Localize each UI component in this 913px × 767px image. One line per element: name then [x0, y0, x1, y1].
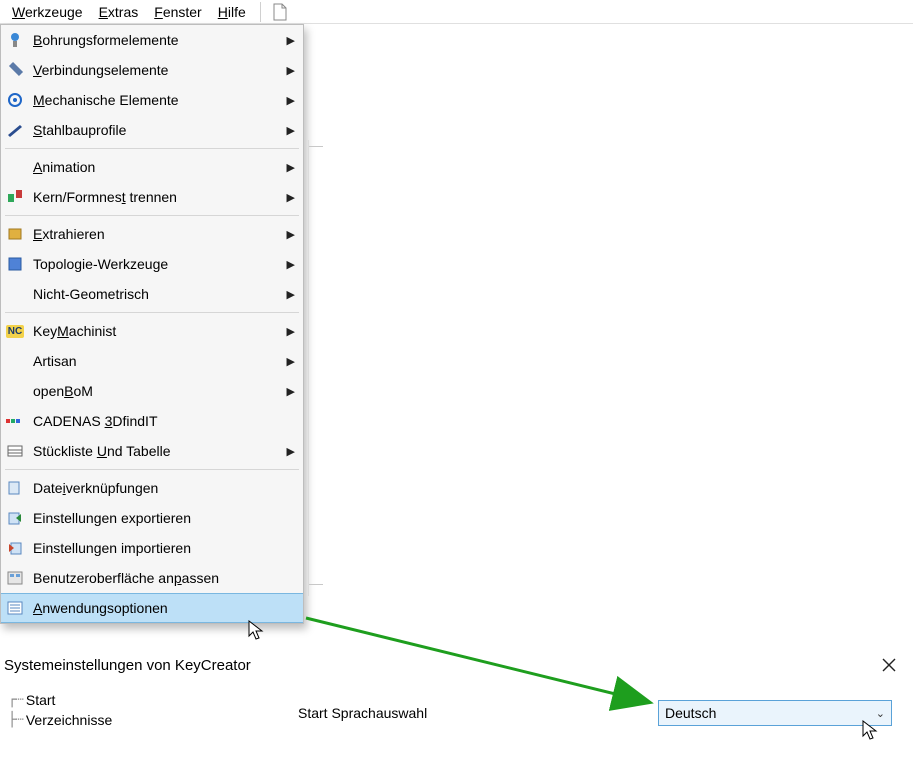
menu-item-bohrungsformelemente[interactable]: Bohrungsformelemente ▶ [1, 25, 303, 55]
menu-item-label: Extrahieren [33, 226, 281, 242]
import-icon [5, 538, 25, 558]
link-icon [5, 478, 25, 498]
tree-item-label: Start [26, 692, 56, 708]
submenu-arrow-icon: ▶ [287, 161, 295, 174]
menu-item-label: Artisan [33, 353, 281, 369]
menu-item-label: openBoM [33, 383, 281, 399]
menubar-item-werkzeuge[interactable]: Werkzeuge [4, 2, 91, 22]
menu-item-label: Stückliste Und Tabelle [33, 443, 281, 459]
submenu-arrow-icon: ▶ [287, 191, 295, 204]
menu-item-label: KeyMachinist [33, 323, 281, 339]
combo-selected-value: Deutsch [665, 705, 876, 721]
menu-item-label: Verbindungselemente [33, 62, 281, 78]
submenu-arrow-icon: ▶ [287, 228, 295, 241]
menu-separator [5, 148, 299, 149]
menu-item-artisan[interactable]: Artisan ▶ [1, 346, 303, 376]
menu-item-topologie[interactable]: Topologie-Werkzeuge ▶ [1, 249, 303, 279]
blank-icon [5, 351, 25, 371]
submenu-arrow-icon: ▶ [287, 325, 295, 338]
submenu-arrow-icon: ▶ [287, 288, 295, 301]
menu-item-benutzeroberflaeche-anpassen[interactable]: Benutzeroberfläche anpassen [1, 563, 303, 593]
tree-item-start[interactable]: ┌┈Start [8, 690, 286, 710]
gear-icon [5, 90, 25, 110]
submenu-arrow-icon: ▶ [287, 355, 295, 368]
submenu-arrow-icon: ▶ [287, 385, 295, 398]
bom-icon [5, 441, 25, 461]
tree-item-label: Verzeichnisse [26, 712, 112, 728]
menu-item-animation[interactable]: Animation ▶ [1, 152, 303, 182]
menu-separator [5, 215, 299, 216]
nc-icon: NC [5, 321, 25, 341]
menu-item-anwendungsoptionen[interactable]: Anwendungsoptionen [1, 593, 303, 623]
background-panel-edge [308, 140, 322, 596]
menu-item-mechanische-elemente[interactable]: Mechanische Elemente ▶ [1, 85, 303, 115]
menubar-item-extras[interactable]: Extras [91, 2, 147, 22]
menu-item-label: Einstellungen exportieren [33, 510, 295, 526]
system-settings-dialog: Systemeinstellungen von KeyCreator ┌┈Sta… [2, 650, 908, 734]
menu-item-verbindungselemente[interactable]: Verbindungselemente ▶ [1, 55, 303, 85]
submenu-arrow-icon: ▶ [287, 124, 295, 137]
menu-item-stueckliste[interactable]: Stückliste Und Tabelle ▶ [1, 436, 303, 466]
menu-item-openbom[interactable]: openBoM ▶ [1, 376, 303, 406]
cadenas-icon [5, 411, 25, 431]
drill-icon [5, 30, 25, 50]
menubar-item-fenster[interactable]: Fenster [146, 2, 209, 22]
menu-item-kern-formnest[interactable]: Kern/Formnest trennen ▶ [1, 182, 303, 212]
submenu-arrow-icon: ▶ [287, 34, 295, 47]
menu-item-label: Animation [33, 159, 281, 175]
blank-icon [5, 381, 25, 401]
menu-separator [5, 469, 299, 470]
menu-item-label: Benutzeroberfläche anpassen [33, 570, 295, 586]
menu-item-label: Topologie-Werkzeuge [33, 256, 281, 272]
topo-icon [5, 254, 25, 274]
new-document-icon[interactable] [271, 3, 289, 21]
menubar: Werkzeuge Extras Fenster Hilfe [0, 0, 913, 24]
ui-icon [5, 568, 25, 588]
dialog-close-button[interactable] [878, 654, 900, 676]
menu-item-keymachinist[interactable]: NC KeyMachinist ▶ [1, 316, 303, 346]
menu-item-label: Einstellungen importieren [33, 540, 295, 556]
close-icon [882, 658, 896, 672]
menu-item-label: Dateiverknüpfungen [33, 480, 295, 496]
mold-icon [5, 187, 25, 207]
menubar-item-hilfe[interactable]: Hilfe [210, 2, 254, 22]
language-combobox[interactable]: Deutsch ⌄ [658, 700, 892, 726]
menu-item-label: Bohrungsformelemente [33, 32, 281, 48]
menu-item-label: Kern/Formnest trennen [33, 189, 281, 205]
field-label-sprachauswahl: Start Sprachauswahl [298, 705, 658, 721]
submenu-arrow-icon: ▶ [287, 258, 295, 271]
submenu-arrow-icon: ▶ [287, 94, 295, 107]
submenu-arrow-icon: ▶ [287, 64, 295, 77]
export-icon [5, 508, 25, 528]
menu-separator [5, 312, 299, 313]
menu-item-einstellungen-importieren[interactable]: Einstellungen importieren [1, 533, 303, 563]
blank-icon [5, 284, 25, 304]
submenu-arrow-icon: ▶ [287, 445, 295, 458]
chevron-down-icon: ⌄ [876, 707, 885, 720]
werkzeuge-dropdown: Bohrungsformelemente ▶ Verbindungselemen… [0, 24, 304, 624]
menu-item-extrahieren[interactable]: Extrahieren ▶ [1, 219, 303, 249]
beam-icon [5, 120, 25, 140]
menu-item-dateiverknuepfungen[interactable]: Dateiverknüpfungen [1, 473, 303, 503]
extract-icon [5, 224, 25, 244]
menu-item-label: CADENAS 3DfindIT [33, 413, 295, 429]
tree-item-verzeichnisse[interactable]: ├┈Verzeichnisse [8, 710, 286, 730]
screw-icon [5, 60, 25, 80]
dialog-title: Systemeinstellungen von KeyCreator [4, 657, 878, 674]
menu-item-cadenas[interactable]: CADENAS 3DfindIT [1, 406, 303, 436]
menu-item-label: Anwendungsoptionen [33, 600, 295, 616]
menu-item-einstellungen-exportieren[interactable]: Einstellungen exportieren [1, 503, 303, 533]
blank-icon [5, 157, 25, 177]
menu-item-label: Mechanische Elemente [33, 92, 281, 108]
menu-item-label: Stahlbauprofile [33, 122, 281, 138]
menu-item-label: Nicht-Geometrisch [33, 286, 281, 302]
options-icon [5, 598, 25, 618]
toolbar-separator [260, 2, 261, 22]
menu-item-stahlbauprofile[interactable]: Stahlbauprofile ▶ [1, 115, 303, 145]
settings-tree: ┌┈Start ├┈Verzeichnisse [2, 686, 292, 734]
menu-item-nicht-geometrisch[interactable]: Nicht-Geometrisch ▶ [1, 279, 303, 309]
